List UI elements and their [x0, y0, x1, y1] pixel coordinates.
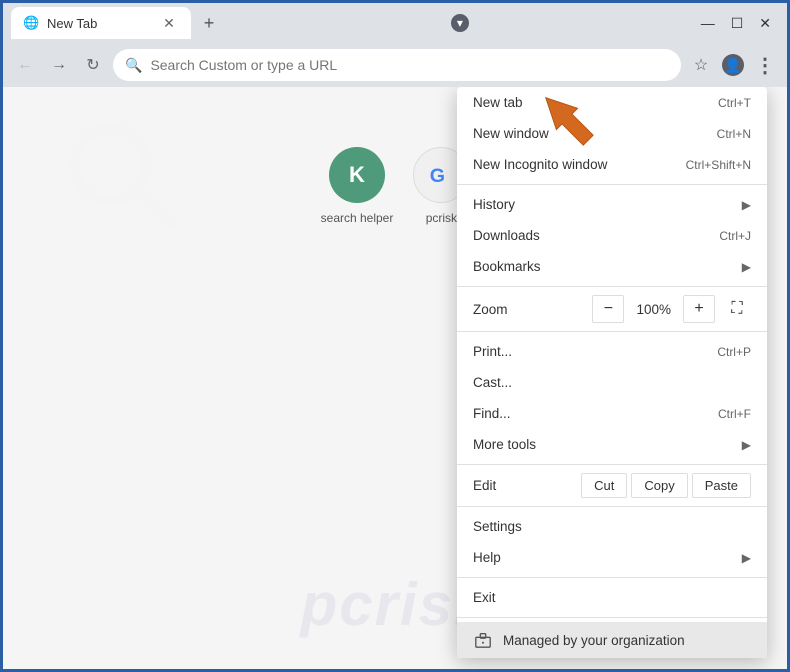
- menu-exit-label: Exit: [473, 590, 496, 605]
- menu-find-shortcut: Ctrl+F: [718, 407, 751, 421]
- menu-more-tools-label: More tools: [473, 437, 536, 452]
- svg-text:G: G: [430, 165, 445, 187]
- bg-magnifier-decoration: [63, 117, 183, 237]
- menu-exit[interactable]: Exit: [457, 582, 767, 613]
- zoom-in-button[interactable]: +: [683, 295, 715, 323]
- menu-print-shortcut: Ctrl+P: [717, 345, 751, 359]
- bookmarks-submenu-arrow: ▶: [742, 260, 751, 274]
- edit-label: Edit: [473, 478, 581, 493]
- chrome-menu-badge: ▾: [451, 14, 469, 32]
- help-submenu-arrow: ▶: [742, 551, 751, 565]
- divider-6: [457, 577, 767, 578]
- tab-favicon: 🌐: [23, 15, 39, 31]
- menu-print[interactable]: Print... Ctrl+P: [457, 336, 767, 367]
- reload-button[interactable]: ↻: [79, 51, 107, 79]
- browser-tab[interactable]: 🌐 New Tab ✕: [11, 7, 191, 39]
- edit-buttons: Cut Copy Paste: [581, 473, 751, 498]
- menu-new-tab[interactable]: New tab Ctrl+T: [457, 87, 767, 118]
- menu-downloads-shortcut: Ctrl+J: [719, 229, 751, 243]
- zoom-controls: − 100% + ⛶: [592, 295, 751, 323]
- menu-history[interactable]: History ▶: [457, 189, 767, 220]
- menu-bookmarks-label: Bookmarks: [473, 259, 541, 274]
- address-bar[interactable]: 🔍: [113, 49, 681, 81]
- cut-button[interactable]: Cut: [581, 473, 627, 498]
- back-button[interactable]: ←: [11, 51, 39, 79]
- menu-help-label: Help: [473, 550, 501, 565]
- forward-button[interactable]: →: [45, 51, 73, 79]
- menu-cast[interactable]: Cast...: [457, 367, 767, 398]
- chrome-menu-button[interactable]: ⋮: [751, 51, 779, 79]
- zoom-out-button[interactable]: −: [592, 295, 624, 323]
- divider-3: [457, 331, 767, 332]
- menu-help[interactable]: Help ▶: [457, 542, 767, 573]
- divider-4: [457, 464, 767, 465]
- minimize-button[interactable]: —: [701, 15, 715, 31]
- more-tools-submenu-arrow: ▶: [742, 438, 751, 452]
- managed-icon: [473, 630, 493, 650]
- zoom-row: Zoom − 100% + ⛶: [457, 291, 767, 327]
- divider-5: [457, 506, 767, 507]
- menu-settings-label: Settings: [473, 519, 522, 534]
- menu-history-label: History: [473, 197, 515, 212]
- zoom-value: 100%: [624, 302, 683, 317]
- title-bar: 🌐 New Tab ✕ + ▾ — ☐ ✕: [3, 3, 787, 43]
- menu-new-incognito-label: New Incognito window: [473, 157, 607, 172]
- menu-find-label: Find...: [473, 406, 511, 421]
- menu-downloads[interactable]: Downloads Ctrl+J: [457, 220, 767, 251]
- menu-new-window-shortcut: Ctrl+N: [717, 127, 751, 141]
- tab-close-button[interactable]: ✕: [159, 13, 179, 33]
- zoom-label: Zoom: [473, 302, 592, 317]
- menu-print-label: Print...: [473, 344, 512, 359]
- edit-row: Edit Cut Copy Paste: [457, 469, 767, 502]
- divider-2: [457, 286, 767, 287]
- divider-7: [457, 617, 767, 618]
- chrome-dropdown-menu: New tab Ctrl+T New window Ctrl+N New Inc…: [457, 87, 767, 658]
- menu-managed[interactable]: Managed by your organization: [457, 622, 767, 658]
- browser-window: 🌐 New Tab ✕ + ▾ — ☐ ✕ ← → ↻ 🔍 ☆ 👤 ⋮: [3, 3, 787, 669]
- divider-1: [457, 184, 767, 185]
- history-submenu-arrow: ▶: [742, 198, 751, 212]
- menu-bookmarks[interactable]: Bookmarks ▶: [457, 251, 767, 282]
- window-controls: — ☐ ✕: [701, 15, 779, 32]
- toolbar: ← → ↻ 🔍 ☆ 👤 ⋮: [3, 43, 787, 87]
- new-tab-button[interactable]: +: [195, 9, 223, 37]
- orange-arrow-indicator: [527, 87, 607, 157]
- shortcut-search-helper-icon: K: [329, 147, 385, 203]
- maximize-button[interactable]: ☐: [731, 15, 744, 32]
- bookmark-button[interactable]: ☆: [687, 51, 715, 79]
- menu-more-tools[interactable]: More tools ▶: [457, 429, 767, 460]
- tab-title: New Tab: [47, 16, 151, 31]
- menu-cast-label: Cast...: [473, 375, 512, 390]
- search-icon: 🔍: [125, 57, 142, 74]
- menu-new-window[interactable]: New window Ctrl+N: [457, 118, 767, 149]
- menu-new-tab-shortcut: Ctrl+T: [718, 96, 751, 110]
- content-area: pcrisk K search helper G: [3, 87, 787, 669]
- toolbar-actions: ☆ 👤 ⋮: [687, 51, 779, 79]
- shortcut-search-helper[interactable]: K search helper: [321, 147, 394, 225]
- profile-icon: 👤: [722, 54, 744, 76]
- menu-new-tab-label: New tab: [473, 95, 523, 110]
- address-input[interactable]: [150, 57, 669, 73]
- menu-new-incognito-shortcut: Ctrl+Shift+N: [686, 158, 751, 172]
- menu-new-incognito[interactable]: New Incognito window Ctrl+Shift+N: [457, 149, 767, 180]
- shortcut-search-helper-label: search helper: [321, 211, 394, 225]
- menu-downloads-label: Downloads: [473, 228, 540, 243]
- paste-button[interactable]: Paste: [692, 473, 751, 498]
- menu-managed-label: Managed by your organization: [503, 633, 685, 648]
- shortcuts-grid: K search helper G pcrisk: [321, 147, 470, 225]
- menu-settings[interactable]: Settings: [457, 511, 767, 542]
- fullscreen-button[interactable]: ⛶: [723, 295, 751, 323]
- copy-button[interactable]: Copy: [631, 473, 687, 498]
- shortcut-pcrisk-label: pcrisk: [426, 211, 457, 225]
- menu-find[interactable]: Find... Ctrl+F: [457, 398, 767, 429]
- profile-button[interactable]: 👤: [719, 51, 747, 79]
- close-button[interactable]: ✕: [759, 15, 771, 32]
